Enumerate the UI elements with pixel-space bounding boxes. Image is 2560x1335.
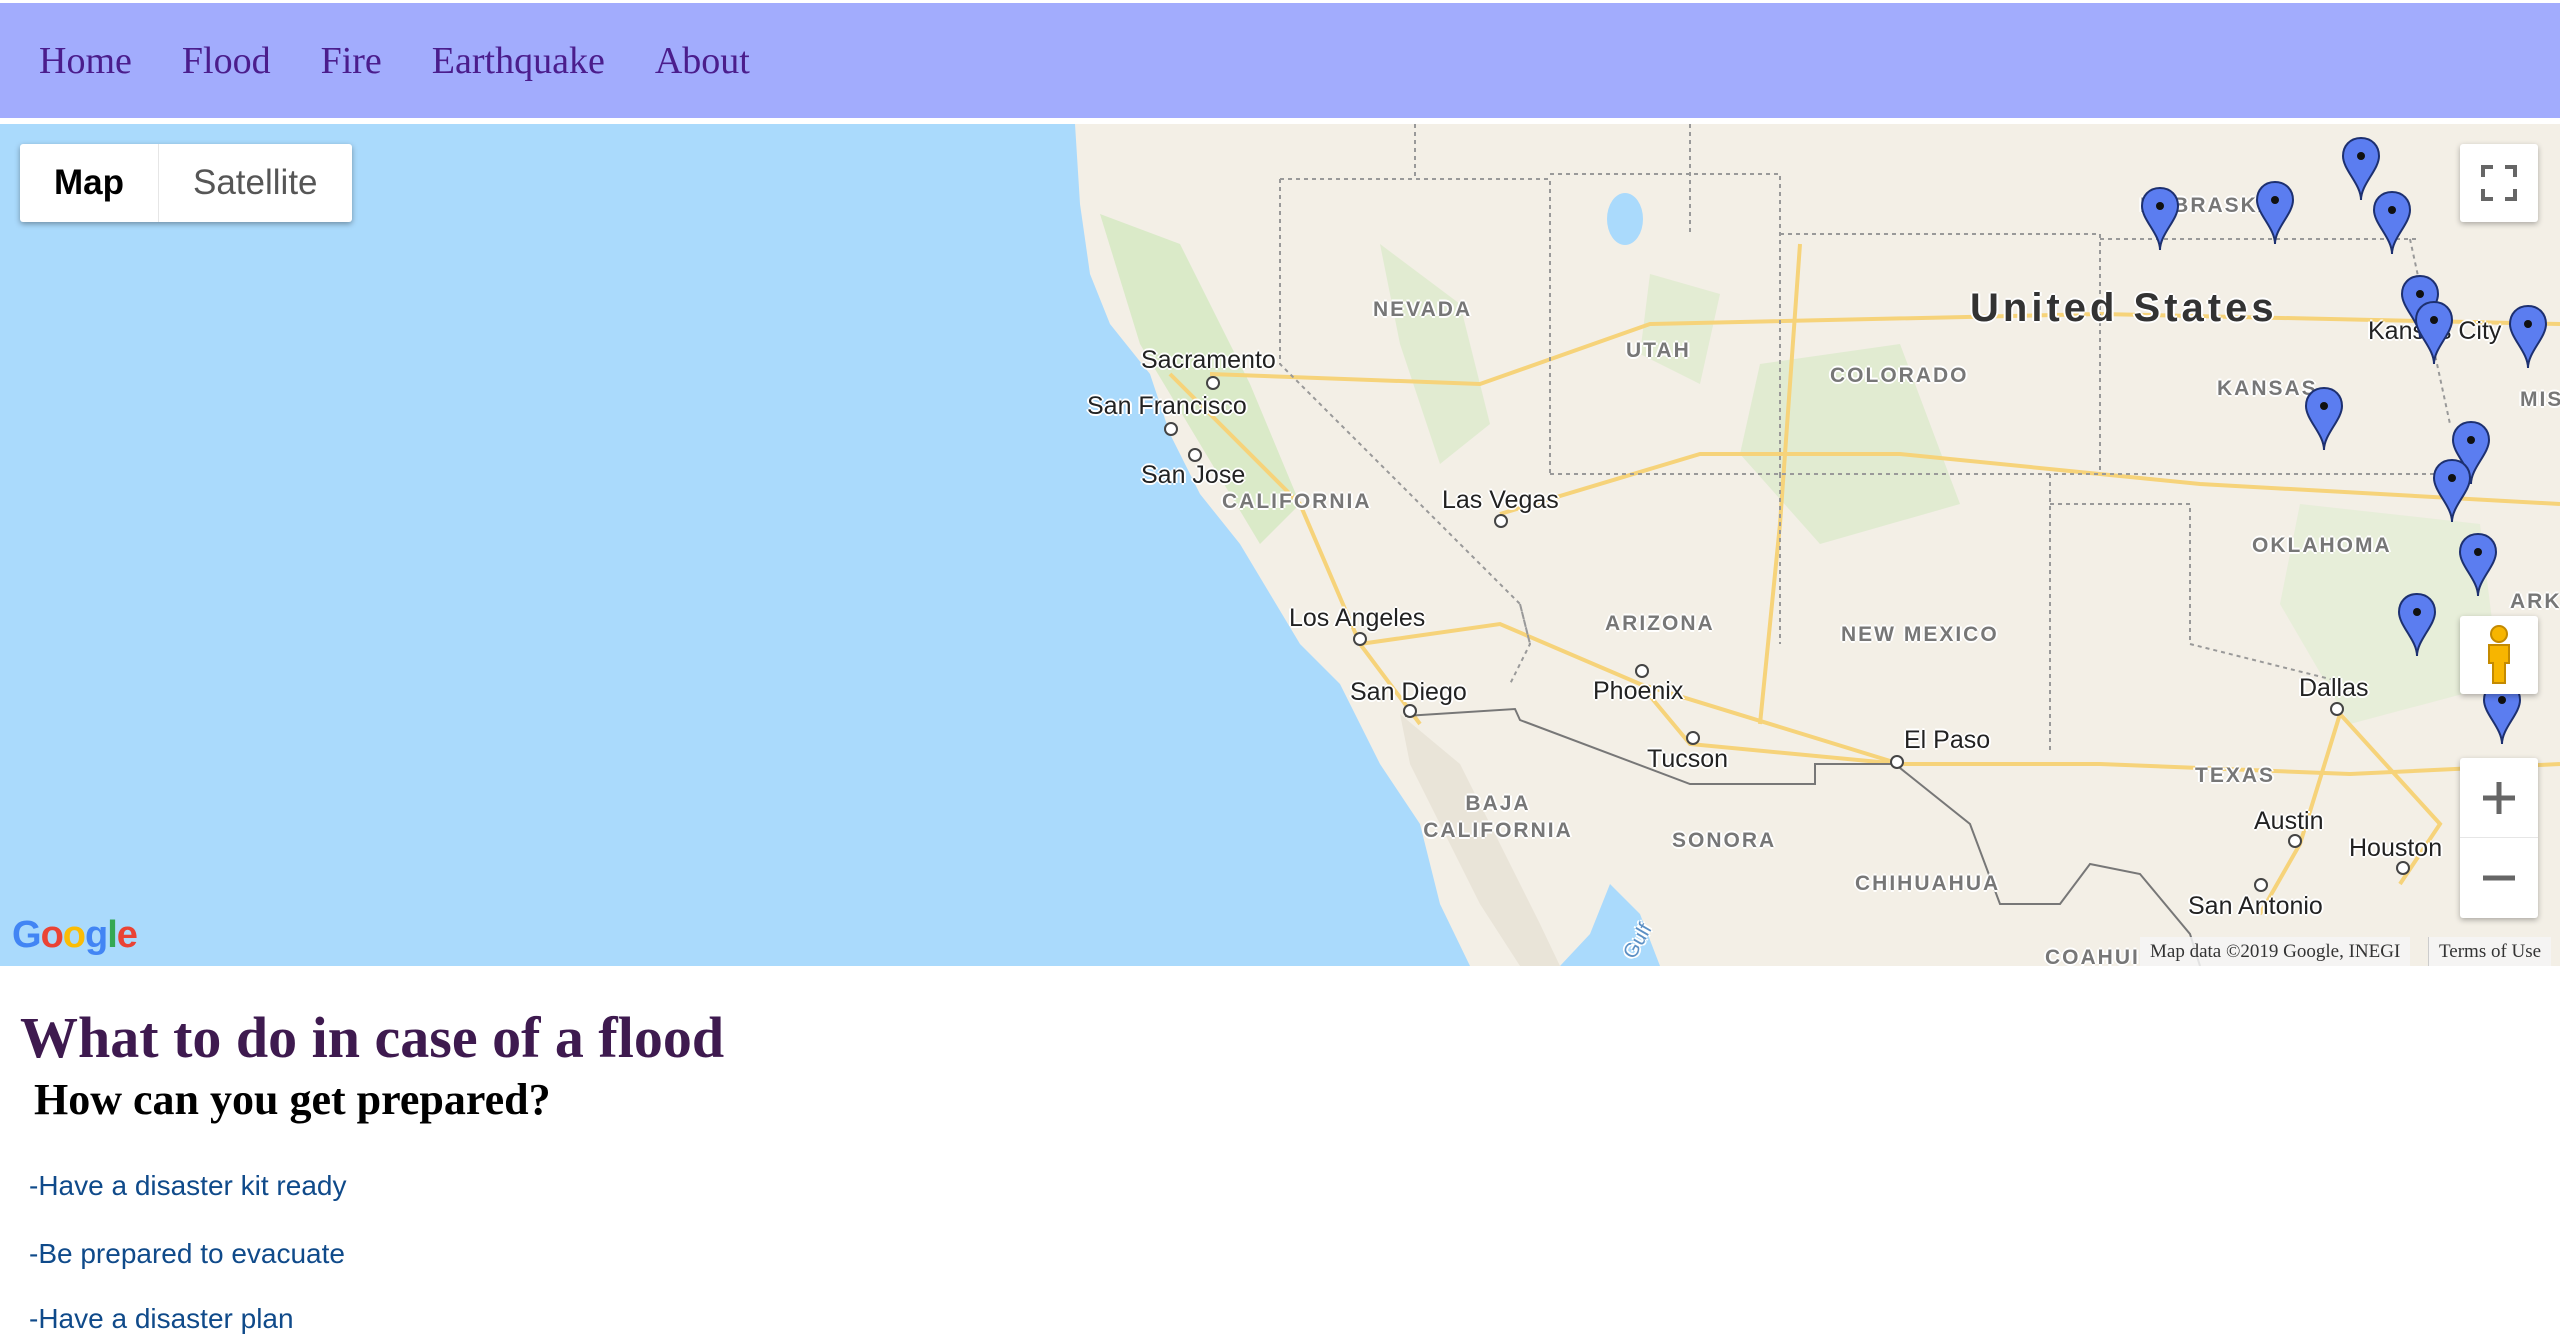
city-dot bbox=[1206, 376, 1220, 390]
zoom-in-button[interactable] bbox=[2460, 758, 2538, 838]
map-label-city: Sacramento bbox=[1141, 346, 1276, 374]
map-label-state: KANSAS bbox=[2217, 377, 2318, 400]
nav-link-fire[interactable]: Fire bbox=[321, 39, 382, 83]
city-dot bbox=[1890, 755, 1904, 769]
map-type-map-button[interactable]: Map bbox=[20, 144, 158, 222]
map-marker-icon[interactable] bbox=[2372, 190, 2412, 256]
city-dot bbox=[1164, 422, 1178, 436]
map-marker-icon[interactable] bbox=[2432, 458, 2472, 524]
city-dot bbox=[2330, 702, 2344, 716]
nav-link-about[interactable]: About bbox=[655, 39, 750, 83]
map-label-city: San Francisco bbox=[1087, 392, 1247, 420]
map-label-state: COAHUI bbox=[2045, 946, 2140, 966]
map-marker-icon[interactable] bbox=[2414, 300, 2454, 366]
map-label-city: Dallas bbox=[2299, 674, 2369, 702]
page-subtitle: How can you get prepared? bbox=[34, 1075, 551, 1124]
nav-link-earthquake[interactable]: Earthquake bbox=[432, 39, 605, 83]
pegman-icon bbox=[2488, 625, 2510, 684]
map-label-city: San Jose bbox=[1141, 461, 1246, 489]
map-label-state: MISSOU bbox=[2520, 388, 2560, 411]
map-label-state: NEVADA bbox=[1373, 298, 1473, 321]
map-label-state: CALIFORNIA bbox=[1222, 490, 1372, 513]
map-label-city: Austin bbox=[2254, 807, 2324, 835]
map-label-united-states: United States bbox=[1970, 286, 2278, 330]
map-label-city: Houston bbox=[2349, 834, 2443, 862]
zoom-control bbox=[2460, 758, 2538, 918]
nav-link-flood[interactable]: Flood bbox=[182, 39, 271, 83]
map-label-state: OKLAHOMA bbox=[2252, 534, 2392, 557]
map-label-state: BAJA CALIFORNIA bbox=[1423, 792, 1573, 842]
nav-link-home[interactable]: Home bbox=[39, 39, 132, 83]
google-map[interactable]: United States NEBRASKA NEVADA UTAH COLOR… bbox=[0, 124, 2560, 966]
map-marker-icon[interactable] bbox=[2304, 386, 2344, 452]
map-label-state: SONORA bbox=[1672, 829, 1777, 852]
city-dot bbox=[1686, 731, 1700, 745]
map-label-city: Las Vegas bbox=[1442, 486, 1559, 514]
tip-item: -Be prepared to evacuate bbox=[29, 1238, 345, 1269]
city-dot bbox=[1353, 632, 1367, 646]
map-type-control: Map Satellite bbox=[20, 144, 352, 222]
map-attribution: Map data ©2019 Google, INEGI bbox=[2140, 937, 2411, 966]
tip-item: -Have a disaster kit ready bbox=[29, 1170, 347, 1201]
map-label-state: NEW MEXICO bbox=[1841, 623, 1999, 646]
map-label-state: UTAH bbox=[1626, 339, 1691, 362]
map-marker-icon[interactable] bbox=[2255, 180, 2295, 246]
map-type-satellite-button[interactable]: Satellite bbox=[158, 144, 352, 222]
map-label-city: Phoenix bbox=[1593, 677, 1684, 705]
street-view-button[interactable] bbox=[2460, 616, 2538, 694]
city-dot bbox=[1403, 704, 1417, 718]
zoom-out-button[interactable] bbox=[2460, 838, 2538, 918]
map-label-city: San Antonio bbox=[2188, 892, 2323, 920]
tip-item: -Have a disaster plan bbox=[29, 1303, 294, 1334]
terms-of-use-link[interactable]: Terms of Use bbox=[2428, 937, 2552, 966]
google-logo[interactable]: Google bbox=[12, 914, 138, 957]
top-nav: Home Flood Fire Earthquake About bbox=[0, 3, 2560, 121]
city-dot bbox=[2396, 861, 2410, 875]
map-label-state: COLORADO bbox=[1830, 364, 1969, 387]
map-marker-icon[interactable] bbox=[2458, 532, 2498, 598]
map-label-city: El Paso bbox=[1904, 726, 1991, 754]
map-label-state: CHIHUAHUA bbox=[1855, 872, 2001, 895]
map-marker-icon[interactable] bbox=[2397, 592, 2437, 658]
zoom-out-icon bbox=[2483, 875, 2515, 881]
map-label-city: San Diego bbox=[1350, 678, 1467, 706]
fullscreen-button[interactable] bbox=[2460, 144, 2538, 222]
city-dot bbox=[1188, 448, 1202, 462]
city-dot bbox=[1494, 514, 1508, 528]
map-marker-icon[interactable] bbox=[2140, 186, 2180, 252]
page-title: What to do in case of a flood bbox=[20, 1005, 725, 1070]
fullscreen-icon bbox=[2481, 165, 2517, 201]
zoom-in-icon bbox=[2483, 781, 2515, 814]
map-label-city: Tucson bbox=[1647, 745, 1729, 773]
city-dot bbox=[2288, 834, 2302, 848]
map-label-state: TEXAS bbox=[2195, 764, 2276, 787]
map-label-state: ARIZONA bbox=[1605, 612, 1715, 635]
map-label-state: ARKANS bbox=[2510, 590, 2560, 613]
city-dot bbox=[2254, 878, 2268, 892]
city-dot bbox=[1635, 664, 1649, 678]
map-marker-icon[interactable] bbox=[2508, 304, 2548, 370]
map-label-city: Los Angeles bbox=[1289, 604, 1426, 632]
